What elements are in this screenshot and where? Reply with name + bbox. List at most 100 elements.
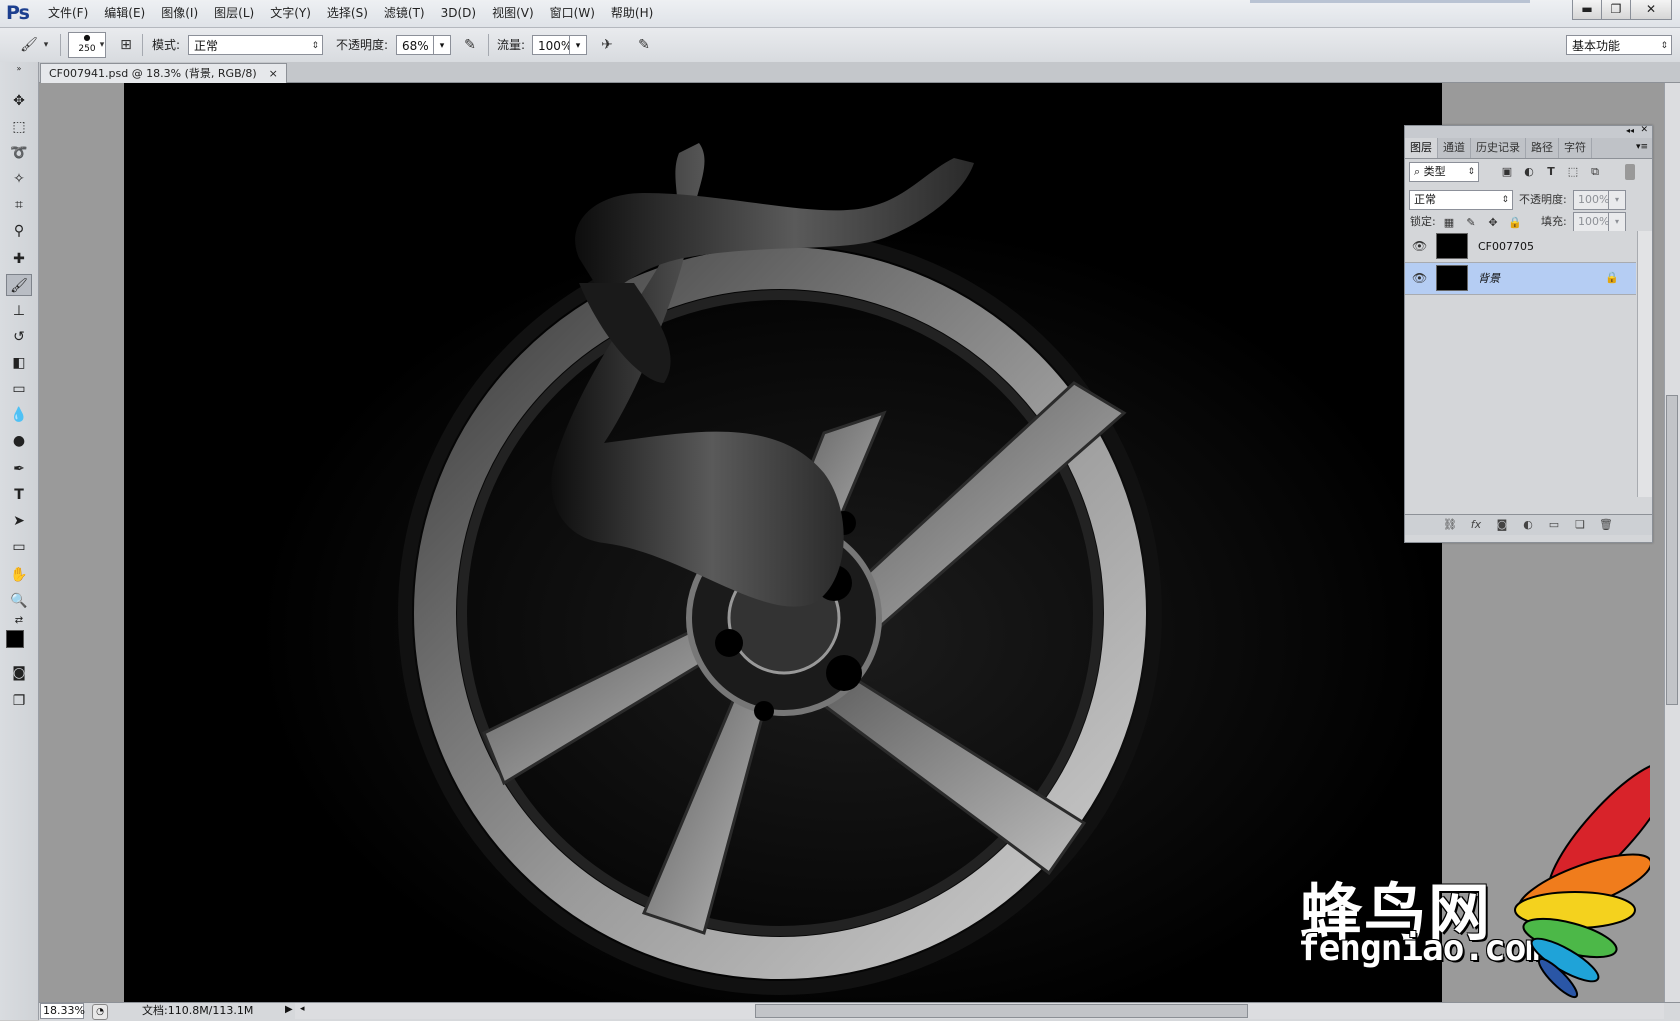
move-tool-icon[interactable]: ✥ (6, 90, 32, 112)
marquee-tool-icon[interactable]: ⬚ (6, 116, 32, 138)
lock-transparency-icon[interactable]: ▦ (1441, 215, 1457, 231)
menu-window[interactable]: 窗口(W) (542, 0, 603, 27)
rectangle-tool-icon[interactable]: ▭ (6, 536, 32, 558)
layer-opacity-dropdown-icon[interactable]: ▾ (1608, 190, 1626, 210)
opacity-dropdown-icon[interactable]: ▾ (433, 35, 451, 55)
brush-size-dropdown-icon[interactable]: ▾ (96, 34, 108, 56)
window-controls: ▬ ❐ ✕ (1572, 0, 1672, 20)
filter-smart-object-icon[interactable]: ⧉ (1587, 164, 1603, 180)
eyedropper-tool-icon[interactable]: ⚲ (6, 220, 32, 242)
blend-mode-select[interactable]: 正常 ⇕ (188, 35, 323, 55)
collapse-panel-icon[interactable]: » (6, 64, 32, 74)
new-group-icon[interactable]: ▭ (1545, 517, 1563, 533)
adjustment-layer-icon[interactable]: ◐ (1519, 517, 1537, 533)
layer-filter-select[interactable]: ⌕ 类型 ⇕ (1409, 162, 1479, 182)
visibility-eye-icon[interactable]: 👁 (1412, 239, 1427, 253)
type-tool-icon[interactable]: T (6, 484, 32, 506)
menu-3d[interactable]: 3D(D) (433, 0, 484, 27)
layer-effects-icon[interactable]: fx (1467, 517, 1485, 533)
panel-menu-icon[interactable]: ▾≡ (1636, 142, 1648, 152)
screen-mode-icon[interactable]: ❐ (6, 690, 32, 712)
lock-all-icon[interactable]: 🔒 (1507, 215, 1523, 231)
scroll-left-arrow-icon[interactable]: ◂ (300, 1004, 305, 1014)
tool-preset-dropdown-icon[interactable]: ▾ (40, 34, 52, 56)
tab-layers[interactable]: 图层 (1405, 138, 1438, 158)
hand-tool-icon[interactable]: ✋ (6, 564, 32, 586)
brush-tool-icon[interactable]: 🖌 (18, 34, 40, 56)
tab-history[interactable]: 历史记录 (1471, 138, 1526, 158)
filter-type-icon[interactable]: T (1543, 164, 1559, 180)
pen-tool-icon[interactable]: ✒ (6, 458, 32, 480)
fill-dropdown-icon[interactable]: ▾ (1608, 212, 1626, 232)
filter-adjustment-icon[interactable]: ◐ (1521, 164, 1537, 180)
healing-brush-tool-icon[interactable]: ✚ (6, 248, 32, 270)
layer-blend-mode-select[interactable]: 正常 ⇕ (1409, 190, 1513, 210)
menu-edit[interactable]: 编辑(E) (96, 0, 153, 27)
new-layer-icon[interactable]: ❏ (1571, 517, 1589, 533)
menu-layer[interactable]: 图层(L) (206, 0, 262, 27)
status-menu-arrow-icon[interactable]: ▶ (285, 1004, 293, 1015)
foreground-color-swatch[interactable] (6, 630, 24, 648)
restore-button[interactable]: ❐ (1601, 0, 1631, 20)
blur-tool-icon[interactable]: 💧 (6, 404, 32, 426)
swap-colors-icon[interactable]: ⇄ (6, 614, 32, 628)
gradient-tool-icon[interactable]: ▭ (6, 378, 32, 400)
close-button[interactable]: ✕ (1630, 0, 1672, 20)
vertical-scroll-thumb[interactable] (1666, 395, 1678, 705)
delete-layer-icon[interactable]: 🗑 (1597, 517, 1615, 533)
menu-type[interactable]: 文字(Y) (262, 0, 319, 27)
layer-row[interactable]: 👁 CF007705 (1405, 231, 1636, 263)
filter-toggle-switch[interactable] (1625, 164, 1635, 180)
brush-tool-icon[interactable]: 🖌 (6, 274, 32, 296)
menu-filter[interactable]: 滤镜(T) (376, 0, 433, 27)
quick-mask-icon[interactable]: ◙ (6, 662, 32, 684)
zoom-tool-icon[interactable]: 🔍 (6, 590, 32, 612)
visibility-eye-icon[interactable]: 👁 (1412, 271, 1427, 285)
layer-opacity-input[interactable]: 100% (1573, 190, 1609, 210)
pressure-size-icon[interactable]: ✎ (633, 34, 655, 56)
opacity-input[interactable]: 68% (396, 35, 434, 55)
tab-channels[interactable]: 通道 (1438, 138, 1471, 158)
minimize-button[interactable]: ▬ (1572, 0, 1602, 20)
status-info-icon[interactable]: ◔ (92, 1004, 108, 1020)
history-brush-tool-icon[interactable]: ↺ (6, 326, 32, 348)
layers-vertical-scrollbar[interactable] (1637, 231, 1652, 497)
document-canvas[interactable] (124, 83, 1442, 1002)
layer-row-selected[interactable]: 👁 背景 🔒 (1405, 263, 1636, 295)
eraser-tool-icon[interactable]: ◧ (6, 352, 32, 374)
close-tab-icon[interactable]: × (269, 64, 278, 83)
lock-pixels-icon[interactable]: ✎ (1463, 215, 1479, 231)
workspace-select[interactable]: 基本功能 ⇕ (1566, 35, 1672, 55)
filter-shape-icon[interactable]: ⬚ (1565, 164, 1581, 180)
menu-bar: Ps 文件(F) 编辑(E) 图像(I) 图层(L) 文字(Y) 选择(S) 滤… (0, 0, 1680, 28)
collapse-panel-icon[interactable]: ◂◂ (1626, 126, 1634, 135)
horizontal-scroll-thumb[interactable] (755, 1004, 1248, 1018)
brush-panel-toggle-icon[interactable]: ⊞ (115, 34, 137, 56)
menu-help[interactable]: 帮助(H) (603, 0, 661, 27)
quick-selection-tool-icon[interactable]: ✧ (6, 168, 32, 190)
filter-pixel-icon[interactable]: ▣ (1499, 164, 1515, 180)
menu-view[interactable]: 视图(V) (484, 0, 542, 27)
tab-paths[interactable]: 路径 (1526, 138, 1559, 158)
link-layers-icon[interactable]: ⛓ (1441, 517, 1459, 533)
clone-stamp-tool-icon[interactable]: ⊥ (6, 300, 32, 322)
filter-type-value: 类型 (1423, 165, 1446, 178)
lock-position-icon[interactable]: ✥ (1485, 215, 1501, 231)
menu-file[interactable]: 文件(F) (40, 0, 96, 27)
add-mask-icon[interactable]: ◙ (1493, 517, 1511, 533)
lasso-tool-icon[interactable]: ➰ (6, 142, 32, 164)
dodge-tool-icon[interactable]: ● (6, 430, 32, 452)
path-selection-tool-icon[interactable]: ➤ (6, 510, 32, 532)
flow-dropdown-icon[interactable]: ▾ (569, 35, 587, 55)
tab-character[interactable]: 字符 (1559, 138, 1592, 158)
fill-input[interactable]: 100% (1573, 212, 1609, 232)
airbrush-icon[interactable]: ✈ (596, 34, 618, 56)
flow-input[interactable]: 100% (532, 35, 572, 55)
pressure-opacity-icon[interactable]: ✎ (459, 34, 481, 56)
crop-tool-icon[interactable]: ⌗ (6, 194, 32, 216)
document-tab[interactable]: CF007941.psd @ 18.3% (背景, RGB/8) × (40, 63, 287, 83)
menu-select[interactable]: 选择(S) (319, 0, 376, 27)
menu-image[interactable]: 图像(I) (153, 0, 206, 27)
close-panel-icon[interactable]: ✕ (1640, 125, 1648, 135)
zoom-level-input[interactable]: 18.33% (40, 1003, 85, 1019)
